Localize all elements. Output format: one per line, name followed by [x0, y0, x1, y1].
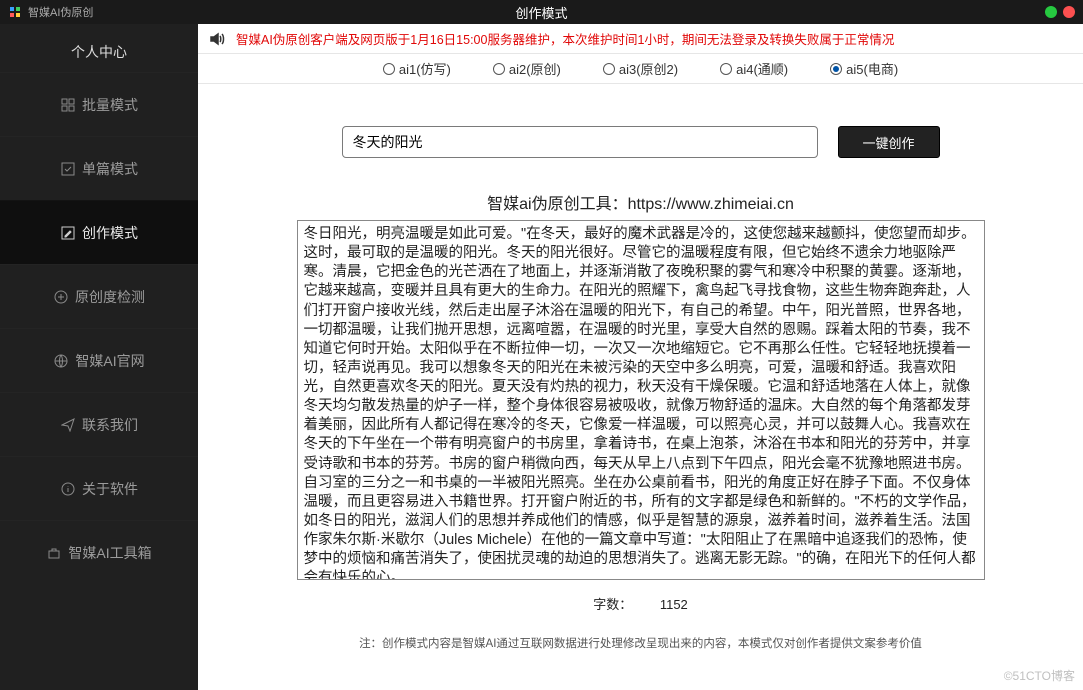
- create-button[interactable]: 一键创作: [838, 126, 940, 158]
- topic-input[interactable]: [342, 126, 818, 158]
- sidebar-top-user[interactable]: 个人中心: [0, 32, 198, 72]
- output-textarea[interactable]: [297, 220, 985, 580]
- sidebar-item-create[interactable]: 创作模式: [0, 200, 198, 264]
- send-icon: [60, 417, 76, 433]
- word-count: 字数： 1152: [198, 580, 1083, 619]
- globe-icon: [53, 353, 69, 369]
- title-bar: 智媒AI伪原创 创作模式: [0, 0, 1083, 24]
- window-mode-title: 创作模式: [515, 3, 567, 22]
- sidebar-item-website[interactable]: 智媒AI官网: [0, 328, 198, 392]
- sidebar-item-label: 创作模式: [82, 223, 138, 243]
- window-minimize-button[interactable]: [1045, 6, 1057, 18]
- radio-label: ai1(仿写): [399, 59, 451, 78]
- footnote: 注：创作模式内容是智媒AI通过互联网数据进行处理修改呈现出来的内容，本模式仅对创…: [198, 619, 1083, 657]
- sidebar-item-original-check[interactable]: 原创度检测: [0, 264, 198, 328]
- grid-icon: [60, 97, 76, 113]
- info-icon: [60, 481, 76, 497]
- word-count-label: 字数：: [593, 597, 632, 612]
- sidebar-item-batch[interactable]: 批量模式: [0, 72, 198, 136]
- radio-ai3[interactable]: ai3(原创2): [603, 59, 678, 78]
- radio-label: ai2(原创): [509, 59, 561, 78]
- tool-title: 智媒ai伪原创工具：https://www.zhimeiai.cn: [198, 190, 1083, 214]
- check-icon: [60, 161, 76, 177]
- sidebar-item-label: 批量模式: [82, 95, 138, 115]
- sidebar-item-label: 单篇模式: [82, 159, 138, 179]
- sidebar-item-contact[interactable]: 联系我们: [0, 392, 198, 456]
- radio-ai2[interactable]: ai2(原创): [493, 59, 561, 78]
- sidebar-item-toolbox[interactable]: 智媒AI工具箱: [0, 520, 198, 584]
- toolbox-icon: [46, 545, 62, 561]
- main-panel: 智媒AI伪原创客户端及网页版于1月16日15:00服务器维护，本次维护时间1小时…: [198, 24, 1083, 690]
- radio-ai5[interactable]: ai5(电商): [830, 59, 898, 78]
- radio-label: ai3(原创2): [619, 59, 678, 78]
- sidebar: 个人中心 批量模式 单篇模式 创作模式 原创度检测 智媒AI官网 联系我们 关于…: [0, 24, 198, 690]
- mode-radio-group: ai1(仿写) ai2(原创) ai3(原创2) ai4(通顺) ai5(电商): [198, 54, 1083, 84]
- notice-text: 智媒AI伪原创客户端及网页版于1月16日15:00服务器维护，本次维护时间1小时…: [236, 29, 894, 48]
- sidebar-item-single[interactable]: 单篇模式: [0, 136, 198, 200]
- sidebar-item-label: 联系我们: [82, 415, 138, 435]
- window-close-button[interactable]: [1063, 6, 1075, 18]
- word-count-value: 1152: [660, 597, 688, 612]
- app-icon: [8, 5, 22, 19]
- watermark: ©51CTO博客: [1004, 667, 1075, 684]
- radio-label: ai4(通顺): [736, 59, 788, 78]
- pencil-icon: [60, 225, 76, 241]
- sidebar-item-label: 智媒AI工具箱: [68, 543, 151, 563]
- sidebar-item-label: 关于软件: [82, 479, 138, 499]
- app-title: 智媒AI伪原创: [28, 4, 93, 20]
- radio-ai1[interactable]: ai1(仿写): [383, 59, 451, 78]
- sidebar-item-about[interactable]: 关于软件: [0, 456, 198, 520]
- sidebar-item-label: 智媒AI官网: [75, 351, 144, 371]
- speaker-icon[interactable]: [206, 28, 228, 50]
- radio-ai4[interactable]: ai4(通顺): [720, 59, 788, 78]
- sidebar-item-label: 原创度检测: [75, 287, 145, 307]
- radio-label: ai5(电商): [846, 59, 898, 78]
- shield-icon: [53, 289, 69, 305]
